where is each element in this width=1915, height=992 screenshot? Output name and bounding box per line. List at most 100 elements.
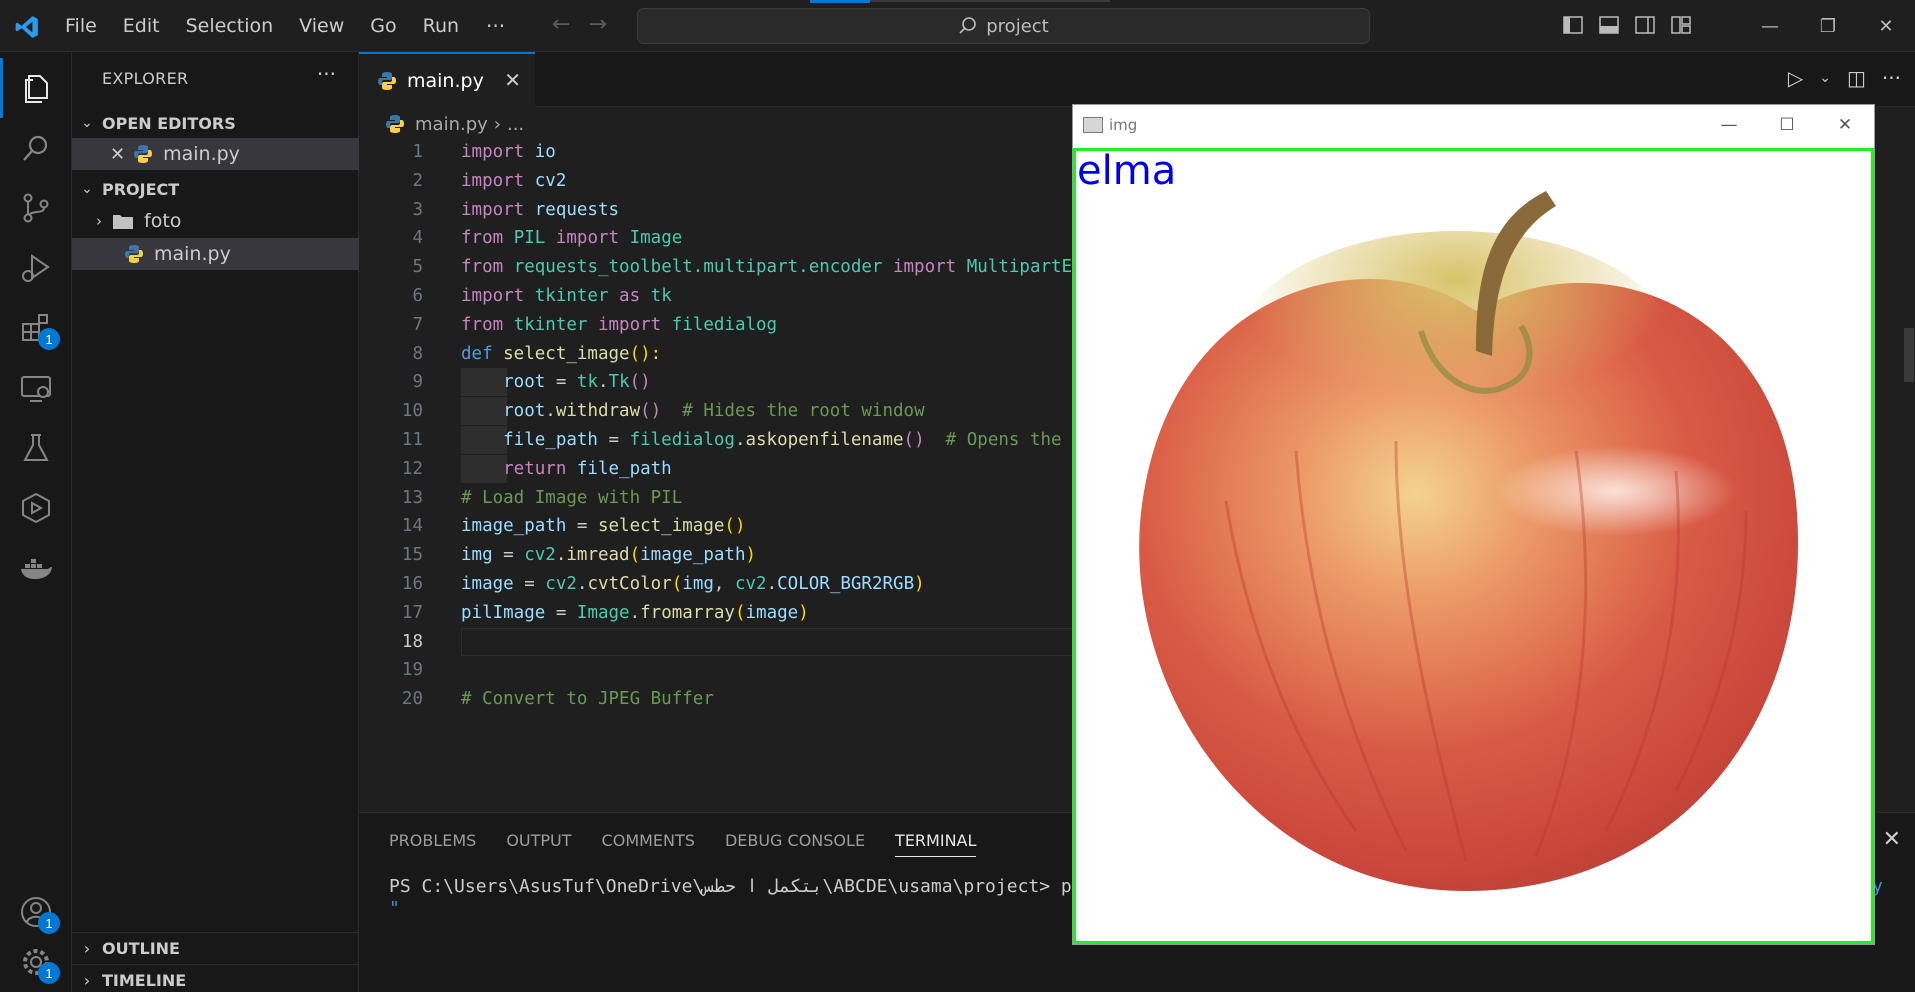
more-actions-icon[interactable]: ··· — [1882, 66, 1901, 90]
run-python-icon[interactable]: ▷ — [1788, 66, 1803, 90]
menu-more-icon[interactable]: ··· — [472, 14, 519, 38]
menu-run[interactable]: Run — [410, 0, 472, 52]
breadcrumb-symbol[interactable]: ... — [507, 114, 524, 135]
terminal-prompt: PS C:\Users\AsusTuf\OneDrive\بتكمل ا حطس… — [389, 876, 1083, 897]
open-editors-section[interactable]: ⌄ OPEN EDITORS — [72, 108, 359, 138]
menu-file[interactable]: File — [52, 0, 110, 52]
menu-go[interactable]: Go — [357, 0, 409, 52]
code-token: # Hides the root window — [661, 401, 925, 422]
code-token: COLOR_BGR2RGB — [777, 574, 915, 594]
code-token: imread — [566, 545, 630, 566]
code-token: = — [597, 430, 630, 450]
close-editor-icon[interactable]: ✕ — [110, 144, 125, 165]
settings-gear-icon[interactable]: 1 — [0, 932, 72, 992]
timeline-section[interactable]: › TIMELINE — [72, 964, 359, 992]
line-number: 8 — [412, 343, 423, 364]
command-center-search[interactable]: project — [637, 8, 1370, 44]
run-and-debug-icon[interactable] — [0, 238, 72, 298]
close-panel-icon[interactable]: ✕ — [1883, 827, 1901, 852]
open-editor-filename: main.py — [163, 143, 240, 165]
python-file-icon — [125, 245, 143, 263]
menu-selection[interactable]: Selection — [173, 0, 287, 52]
activity-bar: 1 1 1 — [0, 52, 72, 992]
code-token: . — [576, 574, 588, 594]
opencv-image-window[interactable]: img — ☐ ✕ elma — [1072, 104, 1875, 945]
search-activity-icon[interactable] — [0, 118, 72, 178]
title-accent-bar — [810, 0, 870, 3]
explorer-more-icon[interactable]: ··· — [317, 62, 336, 86]
code-token: ) — [745, 545, 757, 566]
command-center-label: project — [986, 15, 1049, 37]
folder-label: foto — [144, 210, 182, 232]
minimize-icon[interactable]: — — [1700, 105, 1758, 145]
maximize-icon[interactable]: ☐ — [1758, 105, 1816, 145]
close-window-icon[interactable]: ✕ — [1816, 105, 1874, 145]
split-editor-icon[interactable]: ◫ — [1847, 66, 1866, 90]
open-editor-item[interactable]: ✕ main.py — [72, 138, 359, 170]
tab-main-py[interactable]: main.py ✕ — [359, 52, 535, 107]
project-section[interactable]: ⌄ PROJECT — [72, 174, 359, 204]
code-token: = — [566, 516, 598, 537]
forward-arrow-icon[interactable]: → — [588, 12, 606, 37]
back-arrow-icon[interactable]: ← — [552, 12, 570, 37]
docker-icon[interactable] — [0, 538, 72, 598]
restore-icon[interactable]: ❐ — [1799, 0, 1857, 52]
breadcrumb-file[interactable]: main.py — [415, 114, 488, 135]
image-window-titlebar[interactable]: img — ☐ ✕ — [1073, 105, 1874, 145]
tab-problems[interactable]: PROBLEMS — [389, 831, 476, 857]
tab-terminal[interactable]: TERMINAL — [895, 831, 977, 857]
toggle-panel-icon[interactable] — [1598, 14, 1620, 36]
code-token: requests_toolbelt.multipart.encoder — [503, 257, 893, 278]
close-window-icon[interactable]: ✕ — [1857, 0, 1915, 52]
editor-vertical-scrollbar[interactable] — [1901, 138, 1915, 708]
remote-explorer-icon[interactable] — [0, 358, 72, 418]
tab-comments[interactable]: COMMENTS — [602, 831, 695, 857]
toggle-secondary-sidebar-icon[interactable] — [1634, 14, 1656, 36]
chevron-down-icon: ⌄ — [81, 115, 93, 131]
testing-icon[interactable] — [0, 418, 72, 478]
toggle-primary-sidebar-icon[interactable] — [1562, 14, 1584, 36]
code-text: import cv2 — [461, 167, 566, 195]
breadcrumb: main.py › ... — [385, 110, 524, 138]
tab-label: main.py — [407, 69, 484, 92]
terminal-continuation: " — [389, 898, 400, 919]
code-token: = — [492, 545, 525, 566]
code-token: PIL — [503, 228, 556, 249]
code-token: img — [461, 545, 493, 566]
python-file-icon — [378, 71, 396, 90]
code-token: cv2 — [524, 545, 556, 566]
run-dropdown-chevron-icon[interactable]: ⌄ — [1819, 66, 1831, 90]
explorer-title: EXPLORER — [102, 69, 189, 88]
folder-foto[interactable]: › foto — [72, 205, 359, 237]
extensions-badge: 1 — [38, 328, 60, 350]
code-token: img — [682, 574, 714, 594]
code-token: tkinter — [524, 286, 620, 306]
tab-debug-console[interactable]: DEBUG CONSOLE — [725, 831, 865, 857]
terminal-output[interactable]: PS C:\Users\AsusTuf\OneDrive\بتكمل ا حطس… — [389, 876, 1083, 920]
code-token: = — [513, 574, 546, 594]
source-control-icon[interactable] — [0, 178, 72, 238]
code-token: return — [461, 458, 567, 479]
code-token: ( — [629, 545, 641, 566]
close-tab-icon[interactable]: ✕ — [504, 68, 521, 92]
tab-output[interactable]: OUTPUT — [506, 831, 571, 857]
customize-layout-icon[interactable] — [1670, 14, 1692, 36]
code-token: () — [640, 401, 662, 422]
title-bar: File Edit Selection View Go Run ··· ← → … — [0, 0, 1915, 52]
extensions-icon[interactable]: 1 — [0, 298, 72, 358]
minimize-icon[interactable]: — — [1741, 0, 1799, 52]
code-text: pilImage = Image.fromarray(image) — [461, 599, 809, 627]
code-token: . — [555, 545, 567, 566]
code-token: def — [461, 343, 493, 364]
code-token: from — [461, 314, 504, 335]
explorer-sidebar: EXPLORER ··· ⌄ OPEN EDITORS ✕ main.py ⌄ … — [72, 52, 359, 992]
code-token: import — [461, 199, 525, 220]
file-main-py[interactable]: main.py — [72, 238, 359, 270]
menu-edit[interactable]: Edit — [110, 0, 173, 52]
editor-scroll-thumb[interactable] — [1904, 328, 1914, 382]
explorer-icon[interactable] — [0, 58, 72, 118]
code-token: from — [461, 228, 504, 249]
menu-view[interactable]: View — [286, 0, 357, 52]
outline-section[interactable]: › OUTLINE — [72, 932, 359, 964]
copilot-icon[interactable] — [0, 478, 72, 538]
